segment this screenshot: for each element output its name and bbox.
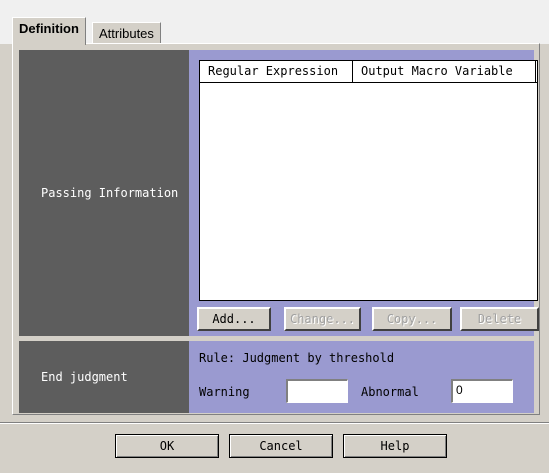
column-regular-expression[interactable]: Regular Expression (200, 61, 353, 82)
end-judgment-text: End judgment (41, 370, 128, 384)
add-button[interactable]: Add... (197, 307, 271, 331)
definition-panel: Passing Information Regular Expression O… (12, 43, 540, 415)
end-judgment-area: Rule: Judgment by threshold Warning Abno… (189, 341, 534, 413)
copy-button[interactable]: Copy... (372, 307, 452, 331)
column-output-macro-variable[interactable]: Output Macro Variable (353, 61, 536, 82)
help-button[interactable]: Help (343, 434, 447, 458)
abnormal-label: Abnormal (361, 385, 419, 399)
footer-separator (0, 422, 549, 424)
tab-definition[interactable]: Definition (12, 17, 86, 45)
warning-input[interactable] (286, 379, 348, 403)
cancel-button[interactable]: Cancel (229, 434, 333, 458)
warning-label: Warning (199, 385, 250, 399)
change-button[interactable]: Change... (284, 307, 361, 331)
end-judgment-label: End judgment (19, 341, 189, 413)
passing-information-label: Passing Information (19, 50, 189, 336)
tab-bar: Definition Attributes (0, 0, 549, 45)
passing-table[interactable]: Regular Expression Output Macro Variable (199, 60, 538, 301)
delete-button[interactable]: Delete (460, 307, 539, 331)
tab-attributes[interactable]: Attributes (92, 22, 161, 44)
table-header: Regular Expression Output Macro Variable (200, 61, 537, 83)
rule-text: Rule: Judgment by threshold (199, 351, 395, 365)
ok-button[interactable]: OK (115, 434, 219, 458)
abnormal-input[interactable]: 0 (451, 379, 513, 403)
passing-information-text: Passing Information (41, 186, 179, 200)
passing-information-area: Regular Expression Output Macro Variable… (189, 50, 539, 336)
